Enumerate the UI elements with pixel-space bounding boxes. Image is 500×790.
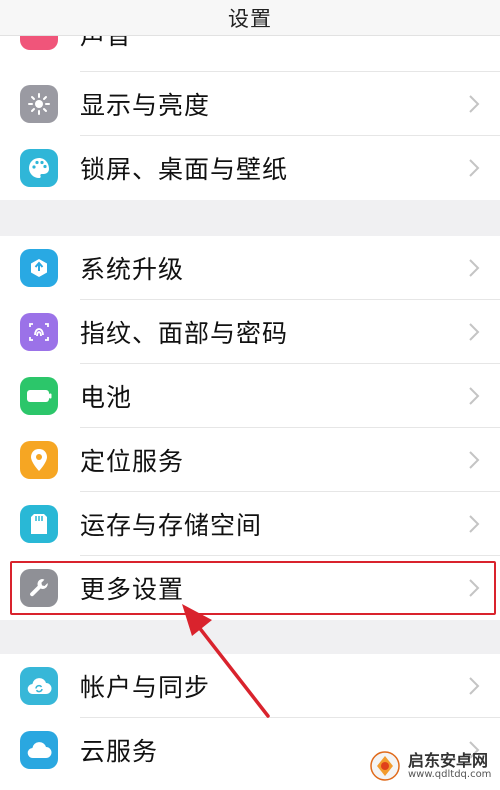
settings-item-account-sync[interactable]: 帐户与同步 [0, 654, 500, 718]
chevron-right-icon [469, 515, 480, 533]
palette-icon [20, 149, 58, 187]
highlight-box [10, 561, 496, 615]
chevron-right-icon [469, 259, 480, 277]
settings-item-system-update[interactable]: 系统升级 [0, 236, 500, 300]
watermark-logo-icon [368, 749, 402, 783]
title-bar: 设置 [0, 0, 500, 36]
settings-item-label: 系统升级 [80, 255, 185, 284]
chevron-right-icon [469, 159, 480, 177]
account-sync-icon [20, 667, 58, 705]
settings-item-lockscreen-wallpaper[interactable]: 锁屏、桌面与壁纸 [0, 136, 500, 200]
settings-item-location[interactable]: 定位服务 [0, 428, 500, 492]
settings-group-display: 声音 显示与亮度 锁屏、桌面与壁纸 [0, 36, 500, 200]
settings-item-label: 云服务 [80, 737, 159, 766]
chevron-right-icon [469, 451, 480, 469]
watermark: 启东安卓网 www.qdltdq.com [368, 746, 494, 786]
settings-item-label: 帐户与同步 [80, 673, 211, 702]
sound-icon [20, 36, 58, 50]
settings-item-label: 显示与亮度 [80, 91, 211, 120]
page-title: 设置 [228, 6, 272, 31]
cloud-icon [20, 731, 58, 769]
storage-icon [20, 505, 58, 543]
settings-item-label: 锁屏、桌面与壁纸 [80, 155, 289, 184]
watermark-name: 启东安卓网 [408, 750, 489, 770]
settings-item-fingerprint-face-password[interactable]: 指纹、面部与密码 [0, 300, 500, 364]
system-update-icon [20, 249, 58, 287]
battery-icon [20, 377, 58, 415]
settings-item-sound[interactable]: 声音 [0, 36, 500, 72]
fingerprint-icon [20, 313, 58, 351]
settings-item-battery[interactable]: 电池 [0, 364, 500, 428]
watermark-url: www.qdltdq.com [408, 769, 492, 781]
settings-item-label: 指纹、面部与密码 [80, 319, 289, 348]
settings-item-display-brightness[interactable]: 显示与亮度 [0, 72, 500, 136]
settings-item-label: 电池 [80, 383, 133, 412]
location-icon [20, 441, 58, 479]
chevron-right-icon [469, 387, 480, 405]
settings-item-label: 定位服务 [80, 447, 185, 476]
chevron-right-icon [469, 95, 480, 113]
brightness-icon [20, 85, 58, 123]
settings-item-memory-storage[interactable]: 运存与存储空间 [0, 492, 500, 556]
chevron-right-icon [469, 677, 480, 695]
settings-item-label: 声音 [80, 36, 132, 52]
chevron-right-icon [469, 323, 480, 341]
settings-item-label: 运存与存储空间 [80, 511, 263, 540]
